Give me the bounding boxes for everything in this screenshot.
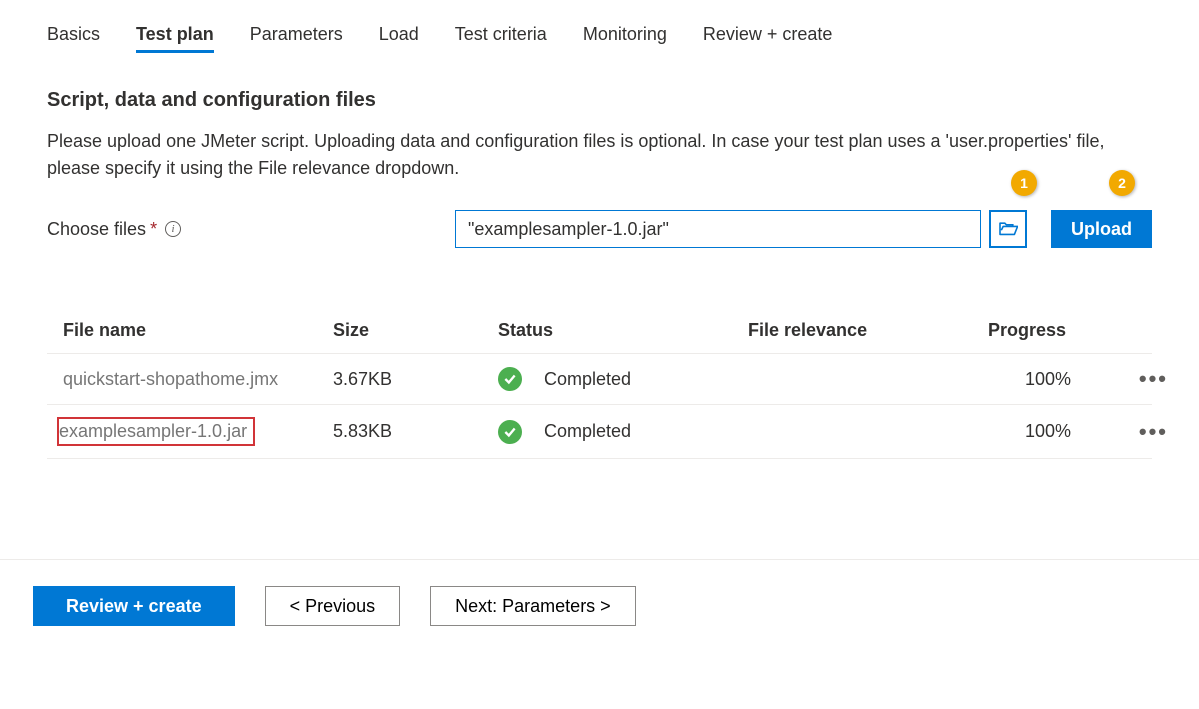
tab-test-criteria[interactable]: Test criteria xyxy=(455,20,547,49)
file-progress-cell: 100% xyxy=(988,421,1108,442)
review-create-button[interactable]: Review + create xyxy=(33,586,235,626)
check-circle-icon xyxy=(498,420,522,444)
info-icon[interactable]: i xyxy=(165,221,181,237)
footer-buttons: Review + create < Previous Next: Paramet… xyxy=(33,586,1152,626)
previous-button[interactable]: < Previous xyxy=(265,586,401,626)
col-size[interactable]: Size xyxy=(333,320,498,341)
tab-basics[interactable]: Basics xyxy=(47,20,100,49)
check-circle-icon xyxy=(498,367,522,391)
section-title: Script, data and configuration files xyxy=(47,89,1152,112)
choose-files-label: Choose files * i xyxy=(47,219,455,240)
tabs-bar: Basics Test plan Parameters Load Test cr… xyxy=(47,20,1152,49)
footer-divider xyxy=(0,559,1199,560)
highlighted-file-name: examplesampler-1.0.jar xyxy=(57,417,255,446)
row-menu-button[interactable]: ••• xyxy=(1108,419,1168,445)
tab-review-create[interactable]: Review + create xyxy=(703,20,833,49)
required-asterisk: * xyxy=(150,219,157,240)
file-status-cell: Completed xyxy=(498,420,748,444)
col-progress[interactable]: Progress xyxy=(988,320,1108,341)
col-file-name[interactable]: File name xyxy=(63,320,333,341)
table-header-row: File name Size Status File relevance Pro… xyxy=(47,308,1152,354)
upload-button[interactable]: Upload xyxy=(1051,210,1152,248)
file-size-cell: 5.83KB xyxy=(333,421,498,442)
tab-monitoring[interactable]: Monitoring xyxy=(583,20,667,49)
file-size-cell: 3.67KB xyxy=(333,369,498,390)
col-file-relevance[interactable]: File relevance xyxy=(748,320,988,341)
table-row: examplesampler-1.0.jar 5.83KB Completed … xyxy=(47,405,1152,459)
tab-test-plan[interactable]: Test plan xyxy=(136,20,214,49)
status-text: Completed xyxy=(544,421,631,442)
next-button[interactable]: Next: Parameters > xyxy=(430,586,636,626)
file-progress-cell: 100% xyxy=(988,369,1108,390)
folder-open-icon xyxy=(998,220,1018,239)
table-row: quickstart-shopathome.jmx 3.67KB Complet… xyxy=(47,354,1152,405)
row-menu-button[interactable]: ••• xyxy=(1108,366,1168,392)
callout-badge-2: 2 xyxy=(1109,170,1135,196)
browse-button[interactable] xyxy=(989,210,1027,248)
file-status-cell: Completed xyxy=(498,367,748,391)
col-status[interactable]: Status xyxy=(498,320,748,341)
choose-files-label-text: Choose files xyxy=(47,219,146,240)
callout-badge-1: 1 xyxy=(1011,170,1037,196)
file-name-cell: examplesampler-1.0.jar xyxy=(63,417,333,446)
file-name-cell: quickstart-shopathome.jmx xyxy=(63,369,333,390)
file-chooser-row: Choose files * i Upload 1 2 xyxy=(47,210,1152,248)
section-description: Please upload one JMeter script. Uploadi… xyxy=(47,128,1107,182)
uploaded-files-table: File name Size Status File relevance Pro… xyxy=(47,308,1152,459)
file-path-input[interactable] xyxy=(455,210,981,248)
tab-load[interactable]: Load xyxy=(379,20,419,49)
status-text: Completed xyxy=(544,369,631,390)
tab-parameters[interactable]: Parameters xyxy=(250,20,343,49)
